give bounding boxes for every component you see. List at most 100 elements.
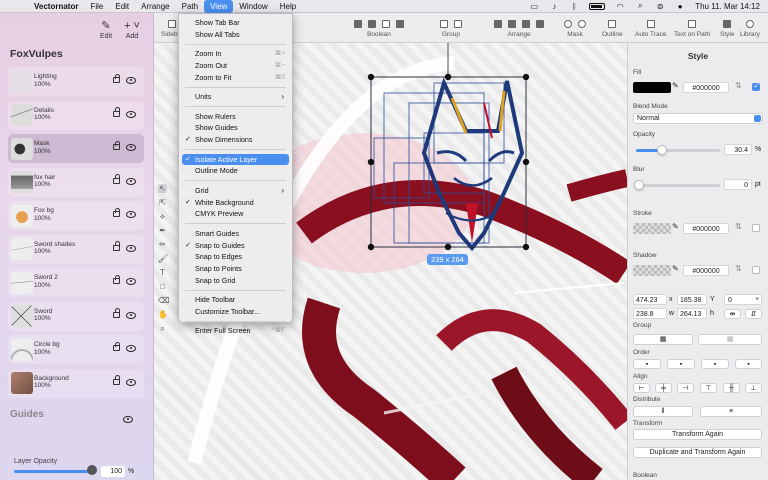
opacity-input[interactable]: 30.4 [724, 144, 752, 155]
menu-units[interactable]: Units › [182, 91, 289, 103]
menu-zoom-out[interactable]: Zoom Out ⌘− [182, 60, 289, 72]
unlock-icon[interactable] [113, 140, 120, 150]
unlock-icon[interactable] [113, 241, 120, 251]
exclude-icon[interactable] [396, 20, 404, 28]
eye-icon[interactable] [126, 77, 136, 84]
layer-row-circle-bg[interactable]: Circle bg 100% [8, 335, 144, 364]
align-center-v-button[interactable]: ╫ [723, 383, 740, 393]
order-front-button[interactable]: ▪ [633, 359, 661, 369]
eyedropper-icon[interactable]: ✎ [672, 81, 679, 90]
align-right-button[interactable]: ⊣ [677, 383, 694, 393]
shadow-swatch[interactable] [633, 265, 671, 276]
layer-row-details[interactable]: Details 100% [8, 100, 144, 130]
unlock-icon[interactable] [113, 174, 120, 184]
hand-tool-icon[interactable]: ✋ [158, 310, 168, 319]
menu-show-guides[interactable]: Show Guides [182, 122, 289, 134]
menu-snap-to-edges[interactable]: Snap to Edges [182, 251, 289, 263]
arrange-group[interactable]: Arrange [494, 17, 544, 38]
height-input[interactable]: 264.13 [677, 308, 707, 319]
layer-opacity-slider[interactable] [14, 470, 94, 473]
layer-row-sword[interactable]: Sword 100% [8, 301, 144, 331]
menu-enter-full-screen[interactable]: Enter Full Screen ^⌘F [182, 325, 289, 337]
union-icon[interactable] [354, 20, 362, 28]
menu-zoom-to-fit[interactable]: Zoom to Fit ⌘0 [182, 72, 289, 84]
zoom-tool-icon[interactable]: ⌕ [158, 324, 167, 333]
resize-handle[interactable] [367, 243, 375, 251]
lock-icon[interactable] [113, 341, 120, 351]
eye-icon[interactable] [126, 110, 136, 118]
menu-path[interactable]: Path [176, 0, 204, 13]
y-position-input[interactable]: 185.38 [677, 294, 707, 305]
layer-row-sword-2[interactable]: Sword 2 100% [8, 268, 144, 297]
menu-grid[interactable]: Grid › [182, 185, 289, 197]
layer-row-sword-shades[interactable]: Sword shades 100% [8, 234, 144, 264]
align-left-button[interactable]: ⊢ [633, 383, 650, 393]
stroke-swatch[interactable] [633, 223, 671, 234]
group-icon[interactable] [440, 20, 448, 28]
eye-icon[interactable] [126, 378, 136, 386]
opacity-slider-knob[interactable] [657, 145, 667, 155]
outline-button[interactable]: Outline [602, 17, 623, 38]
lock-icon[interactable] [113, 375, 120, 385]
eye-icon[interactable] [126, 211, 136, 218]
resize-handle[interactable] [367, 158, 375, 166]
subtract-icon[interactable] [368, 20, 376, 28]
menu-snap-to-grid[interactable]: Snap to Grid [182, 275, 289, 287]
distribute-horizontal-button[interactable]: ⫴ [633, 406, 693, 417]
menu-snap-to-points[interactable]: Snap to Points [182, 263, 289, 275]
eyedropper-icon[interactable]: ✎ [672, 222, 679, 231]
opacity-slider-track[interactable] [662, 149, 720, 152]
fill-hex-input[interactable]: #000000 [683, 82, 729, 93]
eye-icon[interactable] [126, 177, 136, 185]
display-icon[interactable]: ▭ [529, 2, 539, 11]
menu-window[interactable]: Window [233, 0, 273, 13]
siri-icon[interactable]: ● [675, 2, 685, 11]
shape-tool-icon[interactable]: □ [158, 282, 167, 291]
shadow-enabled-checkbox[interactable] [752, 266, 760, 274]
bring-forward-icon[interactable] [508, 20, 516, 28]
edit-button[interactable]: ✎ Edit [100, 19, 112, 40]
align-bottom-button[interactable]: ⊥ [745, 383, 762, 393]
intersect-icon[interactable] [382, 20, 390, 28]
menu-arrange[interactable]: Arrange [135, 0, 175, 13]
add-button[interactable]: + ˅ Add [124, 19, 140, 40]
boolean-group[interactable]: Boolean [354, 17, 404, 38]
eraser-tool-icon[interactable]: ⌫ [158, 296, 169, 305]
flip-vertical-button[interactable]: ⇵ [745, 309, 762, 319]
fill-enabled-checkbox[interactable] [752, 82, 760, 91]
library-button[interactable]: Library [740, 17, 760, 38]
x-position-input[interactable]: 474.23 [633, 294, 667, 305]
music-icon[interactable]: ♪ [549, 2, 559, 11]
unlock-icon[interactable] [113, 207, 120, 217]
unlock-icon[interactable] [113, 274, 120, 284]
menu-customize-toolbar[interactable]: Customize Toolbar... [182, 306, 289, 318]
eye-icon[interactable] [126, 244, 136, 252]
menu-view[interactable]: View [204, 0, 234, 13]
send-back-icon[interactable] [536, 20, 544, 28]
blur-input[interactable]: 0 [724, 179, 752, 190]
swap-icon[interactable]: ⇅ [735, 81, 742, 90]
bring-front-icon[interactable] [494, 20, 502, 28]
menu-file[interactable]: File [84, 0, 109, 13]
unlock-icon[interactable] [113, 107, 120, 117]
send-backward-icon[interactable] [522, 20, 530, 28]
width-input[interactable]: 238.8 [633, 308, 667, 319]
bluetooth-icon[interactable]: ᛒ [569, 2, 579, 11]
node-tool-icon[interactable]: ⟡ [158, 212, 167, 221]
layer-row-background[interactable]: Background 100% [8, 368, 144, 398]
blur-slider-track[interactable] [636, 184, 720, 187]
style-button[interactable]: Style [720, 17, 734, 38]
group-button[interactable]: ▦ [633, 334, 693, 345]
menu-show-all-tabs[interactable]: Show All Tabs [182, 29, 289, 41]
ungroup-button[interactable]: ▦ [698, 334, 762, 345]
shadow-hex-input[interactable]: #000000 [683, 265, 729, 276]
align-top-button[interactable]: ⊤ [700, 383, 717, 393]
pencil-tool-icon[interactable]: ✏ [158, 240, 167, 249]
select-tool-icon[interactable]: ↖ [158, 184, 167, 193]
layer-row-mask[interactable]: Mask 100% [8, 134, 144, 163]
layer-opacity-input[interactable]: 100 [101, 466, 125, 477]
resize-handle[interactable] [522, 158, 530, 166]
menu-hide-toolbar[interactable]: Hide Toolbar [182, 294, 289, 306]
resize-handle[interactable] [444, 73, 452, 81]
duplicate-transform-again-button[interactable]: Duplicate and Transform Again [633, 447, 762, 458]
